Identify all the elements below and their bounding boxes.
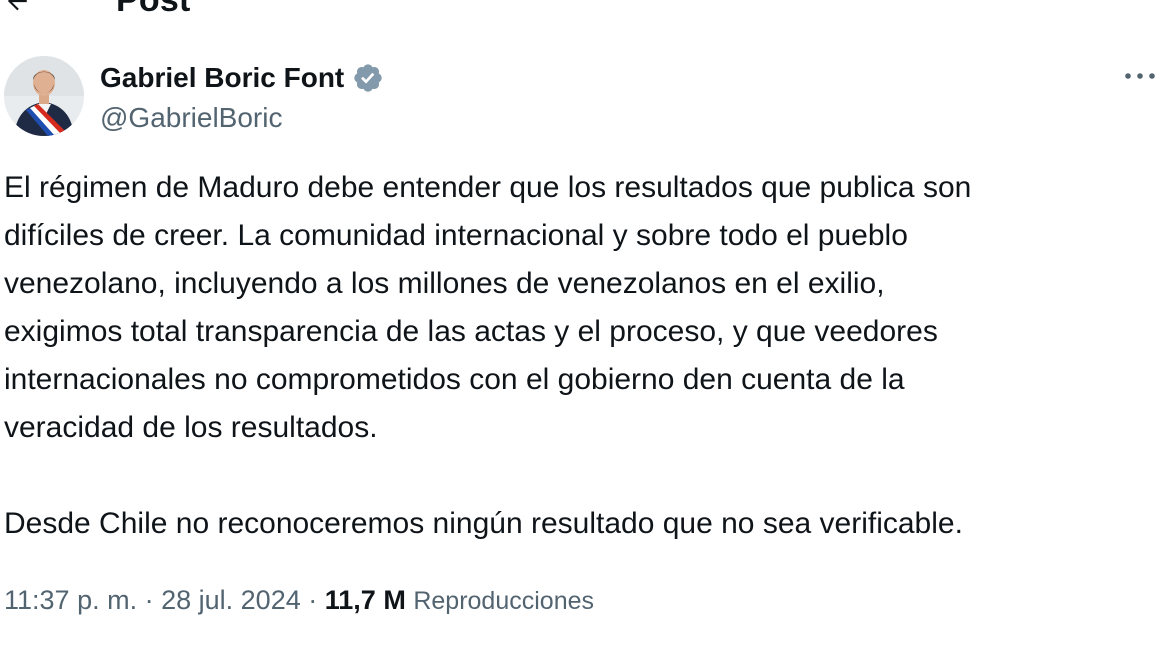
display-name[interactable]: Gabriel Boric Font — [100, 58, 344, 98]
more-horizontal-icon — [1125, 73, 1155, 79]
user-handle[interactable]: @GabrielBoric — [100, 100, 384, 136]
post-paragraph-1: El régimen de Maduro debe entender que l… — [4, 171, 972, 444]
page-title: Post — [116, 0, 191, 19]
post-text: El régimen de Maduro debe entender que l… — [4, 164, 1154, 548]
author-names: Gabriel Boric Font @GabrielBoric — [100, 58, 384, 136]
post-paragraph-2: Desde Chile no reconoceremos ningún resu… — [4, 507, 963, 540]
arrow-left-icon — [7, 0, 27, 11]
post-time[interactable]: 11:37 p. m. — [4, 585, 137, 615]
more-options-button[interactable] — [1120, 62, 1160, 90]
avatar[interactable] — [4, 56, 84, 136]
author-row: Gabriel Boric Font @GabrielBoric — [4, 56, 1160, 136]
views-label: Reproducciones — [413, 587, 595, 615]
verified-badge-icon[interactable] — [352, 62, 384, 94]
post-date[interactable]: 28 jul. 2024 — [161, 585, 301, 615]
top-bar: Post — [0, 0, 1164, 20]
display-name-row: Gabriel Boric Font — [100, 58, 384, 98]
post-metadata: 11:37 p. m. · 28 jul. 2024 · 11,7 M Repr… — [4, 580, 594, 621]
views-count[interactable]: 11,7 M — [325, 585, 406, 615]
profile-photo-image — [4, 56, 84, 136]
meta-separator: · — [144, 585, 154, 615]
back-button[interactable] — [2, 0, 32, 16]
meta-separator: · — [308, 585, 318, 615]
